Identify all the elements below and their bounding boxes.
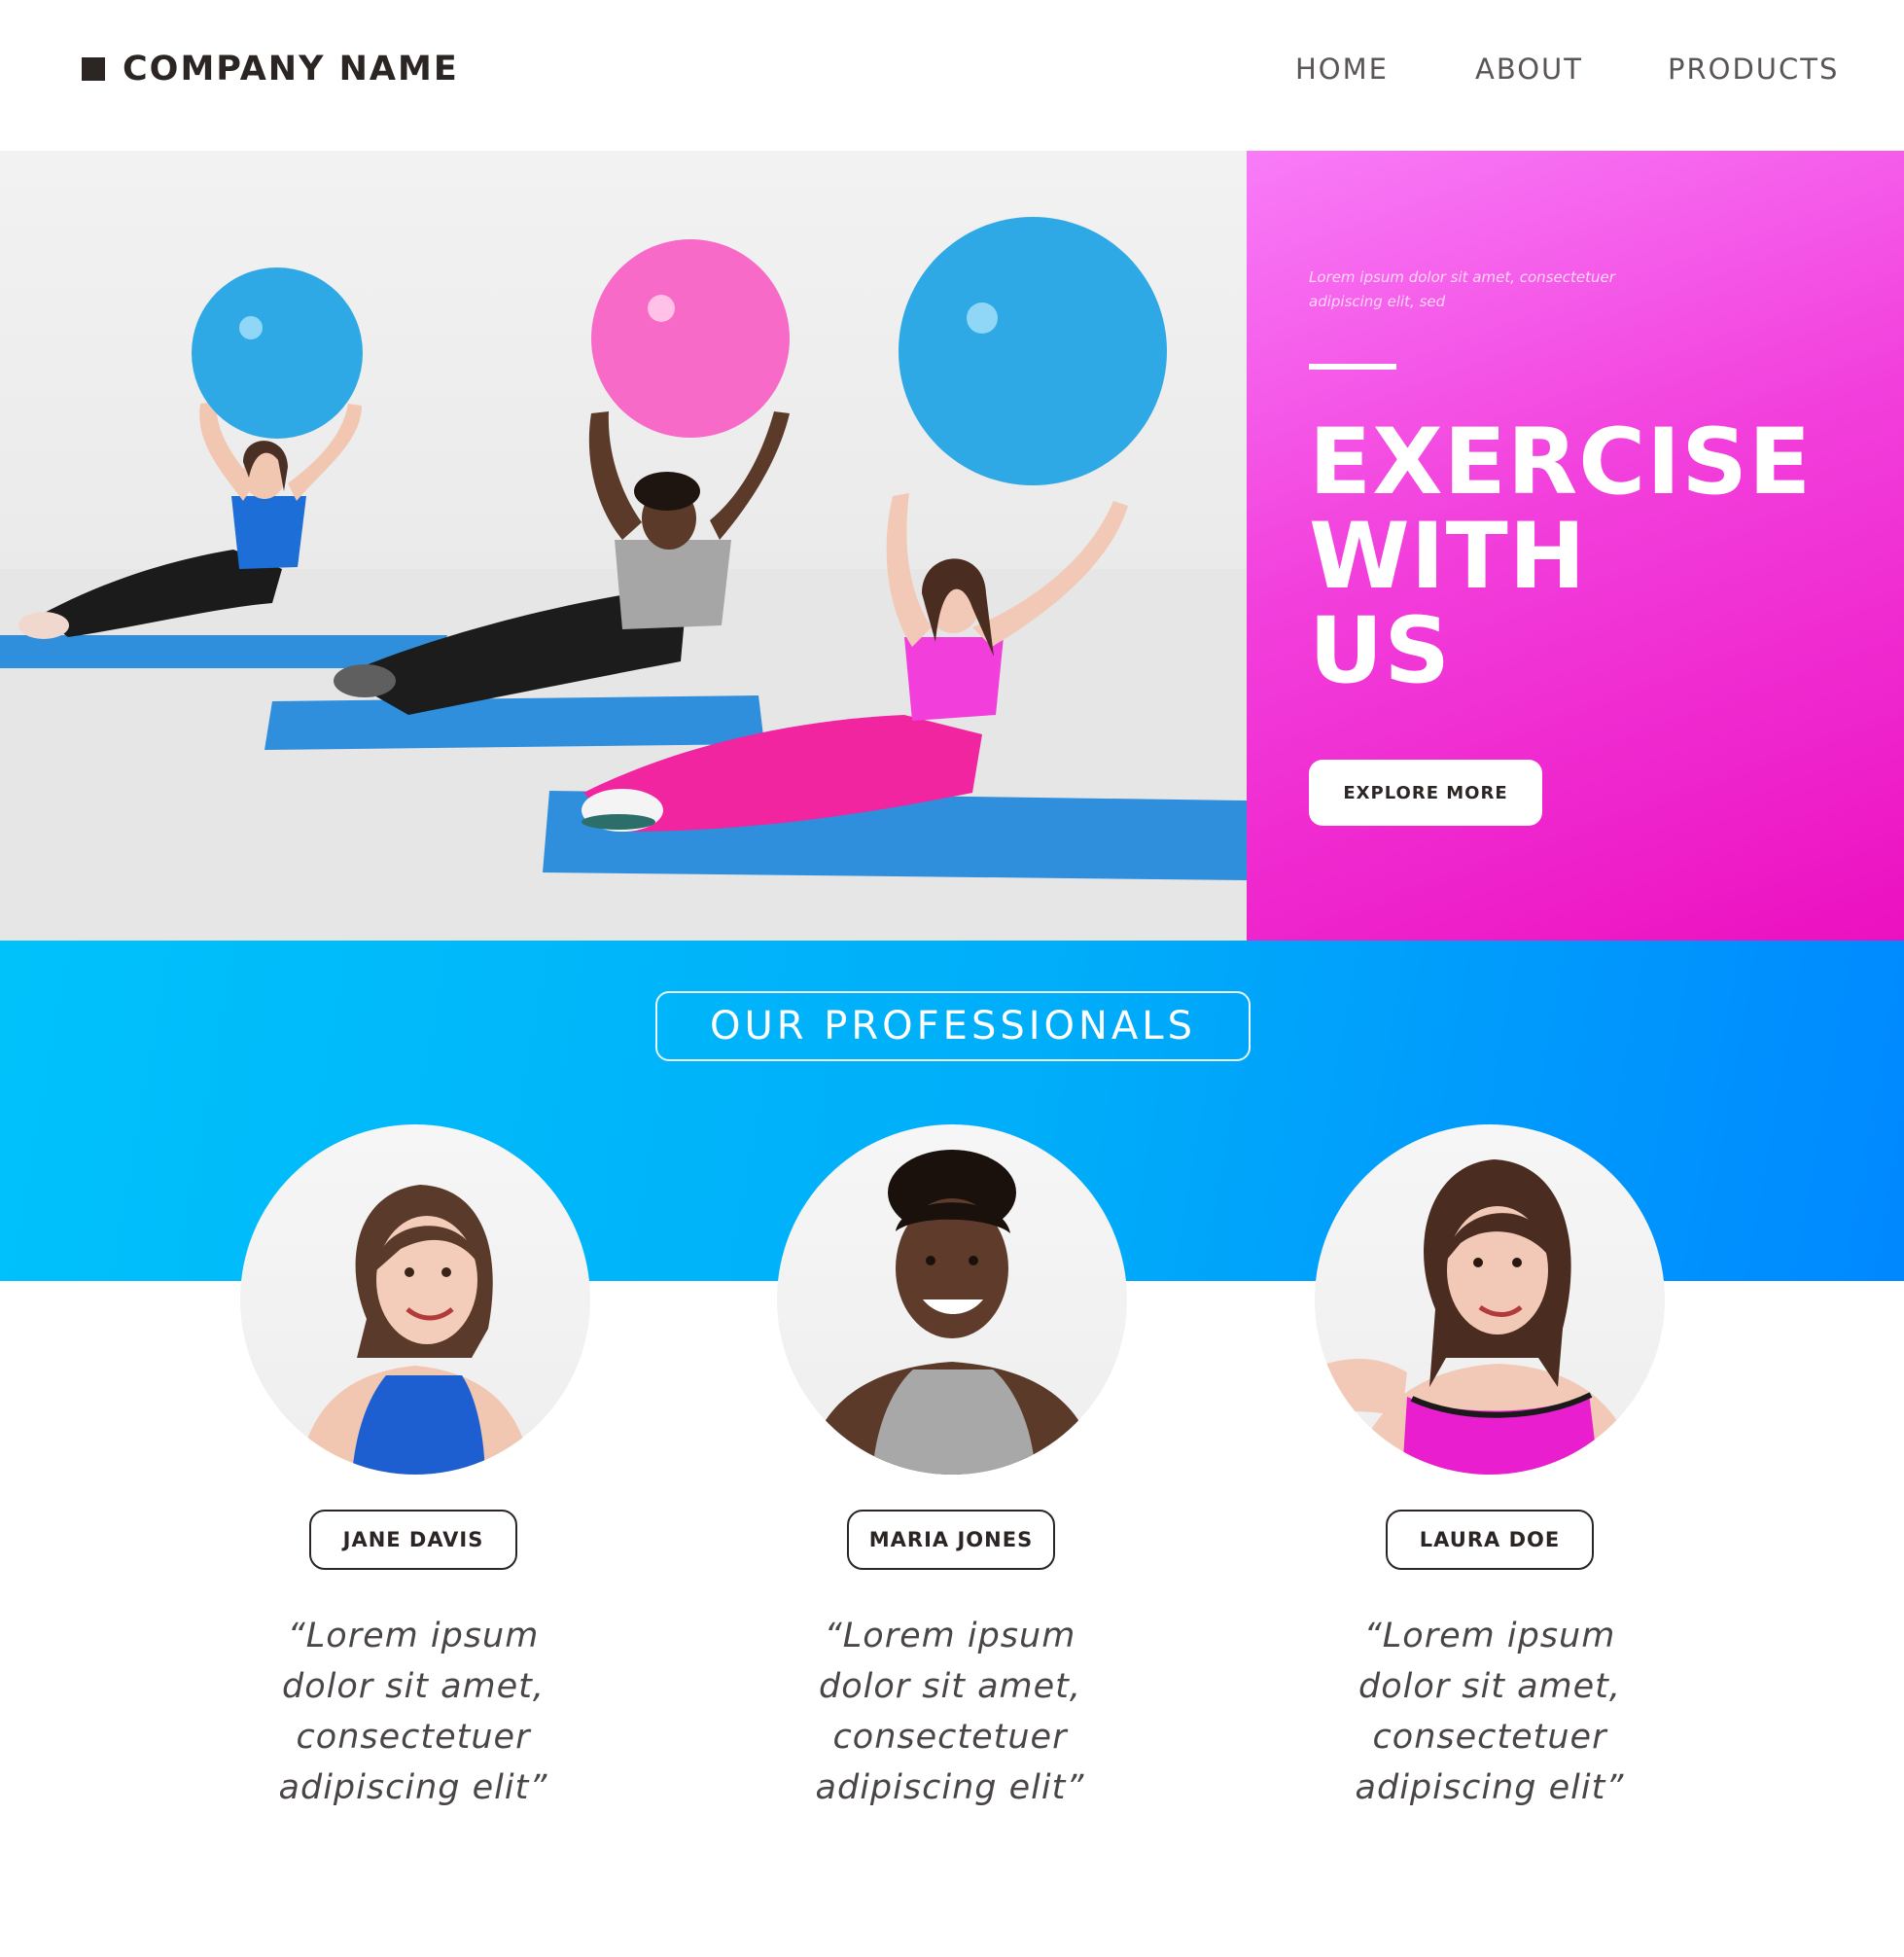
name-tag-laura-doe: LAURA DOE — [1386, 1510, 1594, 1570]
hero-tagline: Lorem ipsum dolor sit amet, consectetuer… — [1309, 268, 1615, 310]
hero-title-line-1: EXERCISE — [1309, 409, 1813, 516]
hero-panel: Lorem ipsum dolor sit amet, consectetuer… — [1247, 151, 1904, 941]
site-header: COMPANY NAME HOME ABOUT PRODUCTS — [0, 0, 1904, 151]
brand-logo[interactable]: COMPANY NAME — [82, 49, 459, 89]
portrait-jane-davis — [299, 1185, 532, 1475]
nav-slot-products: PRODUCTS — [1668, 49, 1839, 89]
quote-maria-jones: “Lorem ipsum dolor sit amet, consectetue… — [815, 1617, 1085, 1807]
hero-photo-exercise-class — [0, 151, 1247, 941]
hero-illustration — [0, 217, 1247, 941]
nav-slot-home: HOME — [1295, 49, 1389, 89]
section-heading: OUR PROFESSIONALS — [655, 991, 1251, 1061]
nav-link-about[interactable]: ABOUT — [1475, 53, 1583, 86]
nav-link-products[interactable]: PRODUCTS — [1668, 53, 1839, 86]
quote-jane-davis: “Lorem ipsum dolor sit amet, consectetue… — [278, 1617, 548, 1807]
nav-link-home[interactable]: HOME — [1295, 53, 1389, 86]
accent-divider — [1309, 364, 1396, 370]
avatar-maria-jones[interactable] — [777, 1124, 1127, 1475]
quote-laura-doe: “Lorem ipsum dolor sit amet, consectetue… — [1355, 1617, 1625, 1807]
hero-title-line-2: WITH — [1309, 504, 1587, 610]
logo-square-icon — [82, 57, 105, 81]
portrait-maria-jones — [806, 1150, 1098, 1475]
portrait-laura-doe — [1315, 1159, 1638, 1475]
nav-slot-about: ABOUT — [1475, 49, 1583, 89]
hero-title-line-3: US — [1309, 598, 1452, 704]
explore-more-button[interactable]: EXPLORE MORE — [1309, 760, 1542, 826]
hero-section: Lorem ipsum dolor sit amet, consectetuer… — [0, 151, 1904, 941]
avatar-laura-doe[interactable] — [1315, 1124, 1665, 1475]
hero-title: EXERCISE WITH US — [1309, 415, 1812, 698]
name-tag-jane-davis: JANE DAVIS — [309, 1510, 517, 1570]
name-tag-maria-jones: MARIA JONES — [847, 1510, 1055, 1570]
avatar-jane-davis[interactable] — [240, 1124, 590, 1475]
brand-name: COMPANY NAME — [123, 50, 459, 89]
